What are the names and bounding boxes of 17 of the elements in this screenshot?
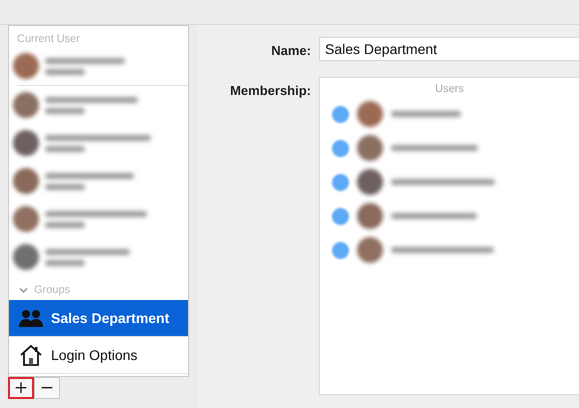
field-label: Membership: <box>229 82 311 100</box>
people-icon <box>19 309 43 327</box>
checkbox[interactable] <box>332 106 349 122</box>
checkbox[interactable] <box>332 242 349 258</box>
add-button[interactable]: + <box>8 377 34 399</box>
field-label: Name: <box>270 42 311 60</box>
section-label: Current User <box>16 32 81 47</box>
sidebar-item[interactable]: Sales Department <box>9 300 188 337</box>
checkbox[interactable] <box>332 208 349 224</box>
checkbox[interactable] <box>332 140 349 156</box>
section-label: Groups <box>34 284 70 296</box>
name-field[interactable]: Sales Department <box>319 37 579 61</box>
checkbox[interactable] <box>332 174 349 190</box>
house-icon <box>19 344 43 366</box>
remove-button[interactable]: − <box>34 377 60 399</box>
chevron-icon[interactable] <box>19 286 28 294</box>
list-header: Users <box>434 82 465 97</box>
